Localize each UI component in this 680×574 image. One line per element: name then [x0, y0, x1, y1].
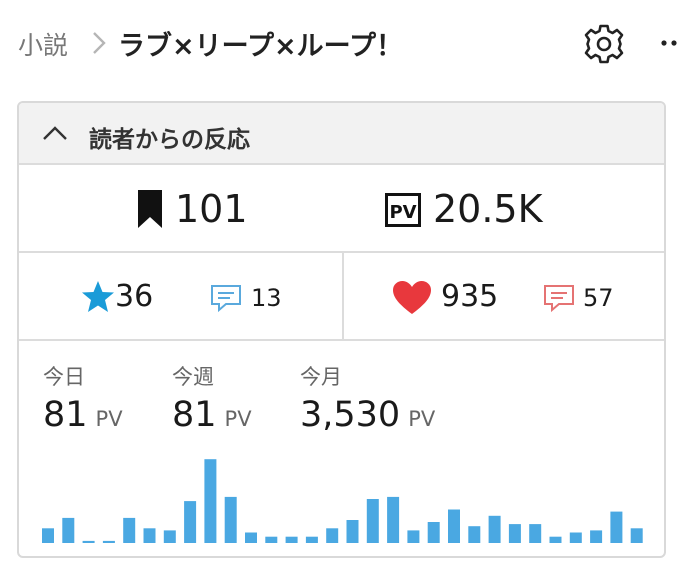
pv-bar-27: [569, 532, 582, 543]
bookmark-count: 101: [175, 187, 248, 231]
pv-bar-14: [305, 536, 318, 543]
stat-today-label: 今日: [43, 365, 85, 389]
stat-today-value: 81: [43, 395, 88, 435]
pv-bar-26: [549, 536, 562, 543]
pv-bar-29: [610, 511, 623, 543]
comment-icon: [544, 285, 574, 313]
page-title: ラブ×リープ×ループ！: [118, 31, 404, 62]
reactions-panel-toggle[interactable]: 読者からの反応: [19, 103, 664, 165]
pv-bar-9: [204, 459, 217, 543]
star-comment-count: 13: [251, 284, 282, 312]
pv-bar-11: [245, 532, 257, 543]
chevron-up-icon: [43, 126, 67, 140]
pv-stats: 今日 81 PV 今週 81 PV 今月 3,530 PV: [19, 341, 664, 441]
pv-bar-17: [366, 499, 379, 543]
pv-icon: PV: [385, 193, 421, 227]
pv-bar-2: [62, 517, 75, 543]
header-bar: 小説 ラブ×リープ×ループ！: [0, 0, 680, 90]
pv-bar-7: [163, 530, 176, 543]
daily-pv-chart: [19, 441, 664, 556]
pv-bar-20: [427, 522, 440, 543]
pv-bar-22: [468, 526, 481, 543]
chevron-right-icon: [93, 32, 106, 54]
star-count: 36: [115, 279, 154, 314]
pv-bar-6: [143, 528, 156, 543]
breadcrumb-novel[interactable]: 小説: [18, 26, 68, 62]
stat-month: 今月 3,530 PV: [300, 361, 435, 435]
pv-bar-19: [407, 530, 420, 543]
daily-pv-bars: [42, 459, 643, 543]
bookmark-icon: [138, 190, 162, 228]
pv-bar-25: [529, 524, 542, 543]
pv-bar-18: [387, 496, 400, 543]
pv-bar-24: [508, 524, 521, 543]
pageview-total: 20.5K: [433, 187, 543, 231]
comment-icon: [211, 285, 241, 313]
pv-bar-13: [285, 536, 298, 543]
star-icon: [82, 281, 114, 312]
heart-comment-count: 57: [583, 284, 614, 312]
pv-bar-1: [42, 528, 54, 543]
stat-week-value: 81: [172, 395, 217, 435]
svg-text:PV: PV: [389, 202, 416, 223]
pv-bar-23: [488, 515, 501, 543]
pv-bar-21: [448, 509, 460, 543]
more-icon[interactable]: [654, 28, 680, 58]
reactions-row: 36 13 935 57: [19, 253, 664, 341]
pv-bar-5: [123, 517, 136, 543]
pv-bar-3: [82, 540, 95, 543]
column-divider: [342, 253, 344, 341]
panel-heading: 読者からの反応: [89, 127, 250, 153]
stat-month-label: 今月: [300, 365, 342, 389]
pv-bar-16: [346, 520, 359, 543]
pv-bar-28: [590, 530, 603, 543]
stat-today: 今日 81 PV: [43, 361, 123, 435]
totals-row: 101 PV 20.5K: [19, 165, 664, 253]
stat-week-unit: PV: [224, 407, 252, 431]
gear-icon[interactable]: [582, 22, 626, 66]
stat-week-label: 今週: [172, 365, 214, 389]
pv-bar-12: [265, 536, 278, 543]
reader-reactions-panel: 読者からの反応 101 PV 20.5K 36 13 935 57 今日 81 …: [17, 101, 666, 558]
heart-count: 935: [441, 279, 499, 314]
heart-icon: [393, 281, 431, 314]
pv-bar-4: [102, 540, 115, 543]
stat-week: 今週 81 PV: [172, 361, 252, 435]
stat-month-unit: PV: [408, 407, 436, 431]
stat-month-value: 3,530: [300, 395, 401, 435]
stat-today-unit: PV: [95, 407, 123, 431]
pv-bar-10: [224, 496, 237, 543]
pv-bar-15: [326, 528, 339, 543]
pv-bar-30: [630, 528, 643, 543]
pv-bar-8: [184, 501, 197, 543]
